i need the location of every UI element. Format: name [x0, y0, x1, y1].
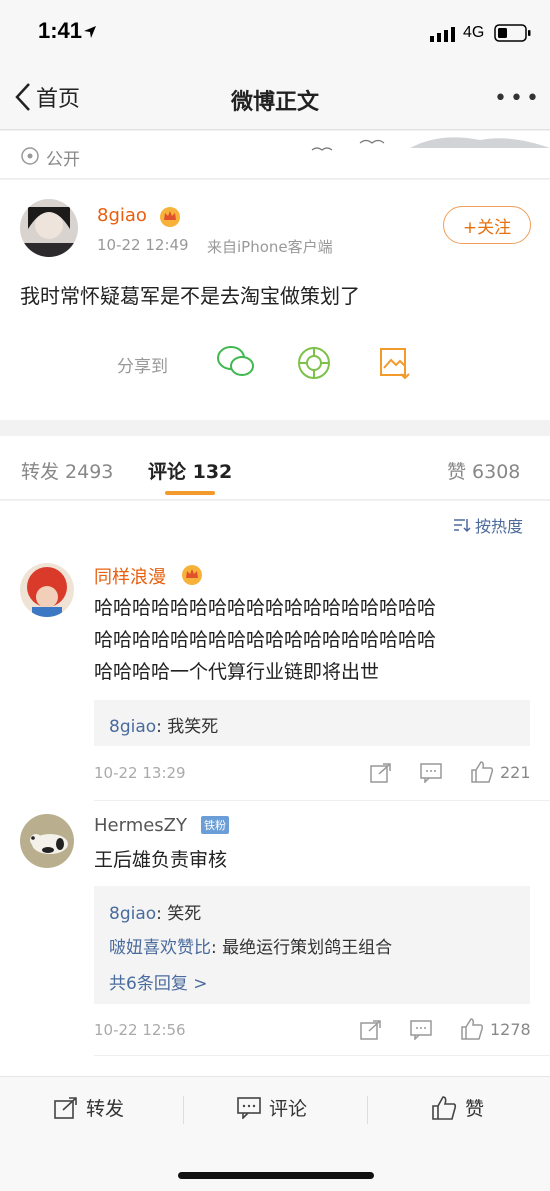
tab-like[interactable]: 赞 6308: [447, 457, 520, 484]
like-count: 1278: [490, 1020, 531, 1039]
save-image-icon[interactable]: [378, 346, 412, 380]
forward-icon[interactable]: [370, 763, 392, 783]
post-source: 来自iPhone客户端: [207, 238, 333, 256]
tab-repost[interactable]: 转发 2493: [21, 457, 113, 484]
vip-crown-icon: [160, 207, 180, 227]
fan-badge: 铁粉: [201, 816, 229, 834]
visibility-label: 公开: [46, 150, 80, 170]
comment-icon: [237, 1096, 261, 1119]
chevron-left-icon: [15, 83, 30, 111]
comment-text-line: 哈哈哈哈一个代算行业链即将出世: [94, 661, 380, 683]
sort-by-hot-button[interactable]: 按热度: [453, 513, 523, 537]
comment-button[interactable]: 评论: [237, 1094, 307, 1121]
repost-button[interactable]: 转发: [54, 1094, 124, 1121]
comment-timestamp: 10-22 13:29: [94, 764, 186, 782]
post-author-avatar[interactable]: [20, 199, 78, 257]
moments-share-icon[interactable]: [296, 345, 332, 381]
back-label: 首页: [36, 87, 81, 112]
repost-label: 转发: [86, 1098, 125, 1120]
post-timestamp: 10-22 12:49: [97, 236, 189, 254]
comment-icon[interactable]: [420, 763, 442, 783]
like-count: 221: [500, 763, 531, 782]
like-icon[interactable]: [470, 760, 494, 784]
comment-text: 王后雄负责审核: [94, 849, 228, 871]
reply-text: : 最绝运行策划鸽王组合: [211, 938, 393, 958]
forward-icon: [54, 1096, 77, 1119]
tab-comment[interactable]: 评论 132: [148, 457, 232, 484]
like-icon[interactable]: [460, 1017, 484, 1041]
status-time: 1:41: [38, 18, 83, 43]
like-icon: [432, 1095, 457, 1120]
reply-line: 啵妞喜欢赞比: 最绝运行策划鸽王组合: [109, 933, 392, 958]
share-label: 分享到: [117, 357, 168, 377]
reply-user[interactable]: 8giao: [109, 904, 156, 924]
reply-user[interactable]: 8giao: [109, 717, 156, 737]
globe-icon: [21, 147, 39, 165]
reply-user[interactable]: 啵妞喜欢赞比: [109, 938, 211, 958]
more-button[interactable]: •••: [494, 86, 542, 111]
comment-author-name[interactable]: HermesZY: [94, 815, 187, 836]
reply-text: : 笑死: [156, 904, 202, 924]
wechat-share-icon[interactable]: [216, 344, 256, 380]
comment-text-line: 哈哈哈哈哈哈哈哈哈哈哈哈哈哈哈哈哈哈: [94, 629, 437, 651]
like-label: 赞: [465, 1098, 485, 1120]
nav-bar: [0, 66, 550, 130]
sort-icon: [454, 519, 471, 533]
reply-line: 8giao: 我笑死: [109, 712, 218, 737]
landscape-decoration: [311, 137, 550, 151]
location-arrow-icon: [84, 26, 96, 38]
comment-icon[interactable]: [410, 1020, 432, 1040]
follow-button[interactable]: +关注: [443, 206, 531, 244]
comment-text-line: 哈哈哈哈哈哈哈哈哈哈哈哈哈哈哈哈哈哈: [94, 597, 437, 619]
post-author-name[interactable]: 8giao: [97, 205, 147, 226]
comment-divider: [94, 800, 550, 801]
home-indicator: [178, 1172, 374, 1179]
like-button[interactable]: 赞: [431, 1094, 484, 1121]
vip-crown-icon: [182, 565, 202, 585]
divider: [183, 1096, 184, 1124]
battery-icon: [494, 24, 531, 42]
comment-avatar[interactable]: [20, 563, 74, 617]
back-button[interactable]: 首页: [14, 80, 80, 114]
comment-label: 评论: [269, 1098, 308, 1120]
signal-icon: [430, 27, 455, 42]
reply-text: : 我笑死: [156, 717, 219, 737]
more-replies-link[interactable]: 共6条回复 >: [109, 969, 207, 994]
divider: [367, 1096, 368, 1124]
network-type: 4G: [463, 24, 485, 41]
reply-line: 8giao: 笑死: [109, 899, 201, 924]
post-text: 我时常怀疑葛军是不是去淘宝做策划了: [20, 284, 360, 308]
comment-divider: [94, 1055, 550, 1056]
comment-timestamp: 10-22 12:56: [94, 1021, 186, 1039]
active-tab-indicator: [165, 491, 215, 495]
sort-label: 按热度: [475, 517, 524, 536]
forward-icon[interactable]: [360, 1020, 382, 1040]
comment-author-name[interactable]: 同样浪漫: [94, 563, 166, 589]
comment-avatar[interactable]: [20, 814, 74, 868]
